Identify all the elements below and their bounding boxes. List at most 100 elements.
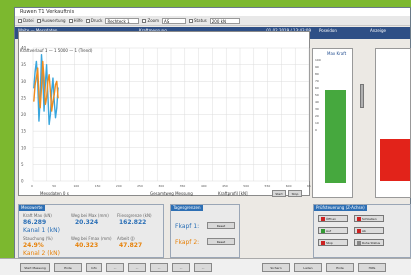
bottom-button-7[interactable]: ... xyxy=(172,263,190,272)
value-weg-max: 20.324 xyxy=(75,219,99,226)
right-header-right: Anzeige xyxy=(370,28,386,33)
slider-handle[interactable] xyxy=(360,84,364,108)
series-2-point xyxy=(44,103,46,106)
x-tick-label: 350 xyxy=(180,184,186,188)
series-1-point xyxy=(49,113,52,116)
series-1-point xyxy=(43,110,45,112)
messwerte-title: Messwerte xyxy=(19,205,45,211)
right-header-left: Poseidon xyxy=(319,28,337,33)
plot-foot-right: Kraftprofil [kN] xyxy=(218,191,248,196)
series-2-point xyxy=(39,107,41,109)
sichern-button[interactable]: Sichern xyxy=(262,263,290,272)
label-fliessgrenze: Fliessgrenze (kN) xyxy=(117,213,152,218)
x-tick-label: 100 xyxy=(73,184,79,188)
series-2-point xyxy=(43,77,45,79)
laden-button[interactable]: Laden xyxy=(294,263,322,272)
toolbar-item-auswertung[interactable]: Auswertung xyxy=(36,18,66,23)
bottom-button-6[interactable]: ... xyxy=(150,263,168,272)
plot-stop-button[interactable]: Stop xyxy=(288,190,302,197)
ende-button[interactable]: Ende xyxy=(54,263,82,272)
x-tick-label: 200 xyxy=(116,184,122,188)
series-2-point xyxy=(42,60,44,62)
y-tick-label: 10 xyxy=(21,145,27,150)
checkbox-icon xyxy=(189,18,194,23)
schliessen-button[interactable]: Schließen xyxy=(354,215,384,222)
toolbar-item-druck[interactable]: Druck xyxy=(85,18,102,23)
plot-title: Kraftverlauf 1 — 1 5000 — 1 (Trend) xyxy=(20,48,93,53)
label-weg-max: Weg bei Max (mm) xyxy=(71,213,109,218)
fkapf1-label: Fkapf 1: xyxy=(175,223,200,230)
toolbar-field-2[interactable]: AS xyxy=(162,17,187,24)
toolbar-field-3[interactable]: 200 kN xyxy=(209,17,240,24)
bottom-button-8[interactable]: ... xyxy=(194,263,212,272)
x-tick-label: 600 xyxy=(286,184,292,188)
checkbox-icon xyxy=(18,18,22,23)
value-weg-fmax: 40.323 xyxy=(75,242,99,249)
auf-button[interactable]: Auf xyxy=(318,227,348,234)
x-tick-label: 550 xyxy=(265,184,271,188)
hilfe-button[interactable]: Hilfe xyxy=(358,263,386,272)
series-2-point xyxy=(53,93,55,96)
right-header: Poseidon Anzeige xyxy=(315,27,410,39)
oeffnen-button[interactable]: Öffnen xyxy=(318,215,348,222)
stop-button[interactable]: Stop xyxy=(318,239,348,246)
series-1-point xyxy=(45,64,48,66)
y-tick-label: 0 xyxy=(21,179,24,184)
series-2-point xyxy=(52,100,54,102)
series-1-point xyxy=(48,123,50,126)
ende2-button[interactable]: Ende xyxy=(326,263,354,272)
x-tick-label: 250 xyxy=(137,184,143,188)
toolbar-item-datei[interactable]: Datei xyxy=(18,18,34,23)
checkbox-icon xyxy=(68,18,73,23)
gauge-max-kraft: Max Kraft 100 90 80 70 60 50 40 30 20 10 0 xyxy=(312,48,353,198)
pruefsteuerung-panel: Prüfsteuerung (Z-Achse) Öffnen Schließen… xyxy=(313,204,411,258)
trend-plot[interactable]: 40 35 30 25 20 15 10 5 0 0 50 100 150 200 250 300 350 400… xyxy=(18,31,313,196)
info-button[interactable]: Info xyxy=(86,263,102,272)
start-messung-button[interactable]: Start Messung xyxy=(20,263,50,272)
bottom-button-5[interactable]: ... xyxy=(128,263,146,272)
ab-button[interactable]: Ab xyxy=(354,227,384,234)
gauge1-fill xyxy=(325,90,346,183)
checkbox-icon xyxy=(142,18,147,23)
label-stauchung: Stauchung (%) xyxy=(23,236,53,241)
y-tick-label: 35 xyxy=(21,62,27,67)
y-tick-label: 25 xyxy=(21,95,27,100)
bottom-button-bar: Start Messung Ende Info ... ... ... ... … xyxy=(0,258,411,275)
series-2-point xyxy=(56,80,58,82)
x-tick-label: 450 xyxy=(222,184,228,188)
series-1-point xyxy=(53,100,55,102)
value-arbeit: 47.827 xyxy=(119,242,143,249)
series-2-point xyxy=(49,90,52,92)
x-tick-label: 50 xyxy=(52,184,56,188)
plot-start-button[interactable]: Start xyxy=(272,190,286,197)
ruhe-status-button[interactable]: Ruhe Status xyxy=(354,239,384,246)
label-kraft-max: Kraft Max (kN) xyxy=(23,213,52,218)
toolbar-item-zoom[interactable]: Zoom xyxy=(142,18,159,23)
series-2-point xyxy=(35,77,37,79)
series-2-point xyxy=(33,100,35,102)
toolbar-item-hilfe[interactable]: Hilfe xyxy=(68,18,83,23)
messwerte-panel: Messwerte Kraft Max (kN) Weg bei Max (mm… xyxy=(18,204,164,258)
fkapf1-reset-button[interactable]: Reset xyxy=(207,222,235,229)
value-fliessgrenze: 162.822 xyxy=(119,219,147,226)
series-2-point xyxy=(38,93,40,96)
fkapf2-label: Fkapf 2: xyxy=(175,239,200,246)
kanal1-label: Kanal 1 (kN) xyxy=(23,227,60,234)
plot-foot-mid: Gesamtweg Messung xyxy=(150,191,193,196)
value-kraft-max: 86.289 xyxy=(23,219,47,226)
series-1-point xyxy=(34,70,36,72)
series-1-point xyxy=(52,77,54,79)
series-2-point xyxy=(51,110,53,112)
trend-chart: 40353025201510500 50 100 150 200 250 300 350 400… xyxy=(21,46,313,189)
series-2-point xyxy=(57,97,59,99)
y-tick-label: 15 xyxy=(21,129,27,134)
fkapf2-reset-button[interactable]: Reset xyxy=(207,238,235,245)
plot-foot-left: Messdaten 0 s xyxy=(40,191,69,196)
toolbar-item-status[interactable]: Status xyxy=(189,18,207,23)
y-tick-label: 30 xyxy=(21,79,27,84)
toolbar-field-1[interactable]: Rechteck 1 xyxy=(105,17,140,24)
kanal2-label: Kanal 2 (kN) xyxy=(23,250,60,257)
bottom-button-4[interactable]: ... xyxy=(106,263,124,272)
series-2-point xyxy=(34,83,36,86)
series-1-point xyxy=(54,117,57,119)
